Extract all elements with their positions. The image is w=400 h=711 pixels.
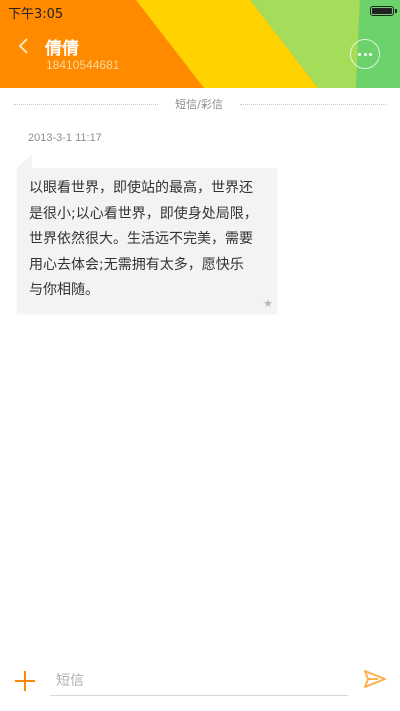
back-button[interactable] [14,36,34,56]
chevron-left-icon [18,38,28,54]
composer-bar [0,658,400,711]
contact-number: 18410544681 [46,58,120,72]
message-bubble[interactable]: 以眼看世界，即使站的最高，世界还 是很小;以心看世界，即使身处局限， 世界依然很… [17,168,277,313]
message-text: 以眼看世界，即使站的最高，世界还 是很小;以心看世界，即使身处局限， 世界依然很… [29,176,271,304]
channel-divider: 短信/彩信 [14,96,386,114]
contact-name[interactable]: 倩倩 [45,34,79,59]
channel-label: 短信/彩信 [175,98,223,111]
message-timestamp: 2013-3-1 11:17 [28,132,102,144]
conversation-header: 下午3:05 倩倩 18410544681 [0,0,400,88]
status-bar: 下午3:05 [0,0,400,22]
send-icon [364,670,386,688]
message-line: 以眼看世界，即使站的最高，世界还 [29,180,253,196]
status-time: 下午3:05 [8,7,64,22]
message-input[interactable] [50,666,348,696]
star-icon: ★ [263,297,273,310]
message-line: 是很小;以心看世界，即使身处局限， [29,205,258,222]
battery-icon [370,6,397,16]
add-attachment-button[interactable] [15,671,35,691]
more-options-button[interactable] [350,39,380,69]
send-button[interactable] [364,670,386,688]
message-line: 世界依然很大。生活远不完美，需要 [29,231,253,247]
message-line: 与你相随。 [29,282,99,298]
message-line: 用心去体会;无需拥有太多，愿快乐 [29,256,244,273]
